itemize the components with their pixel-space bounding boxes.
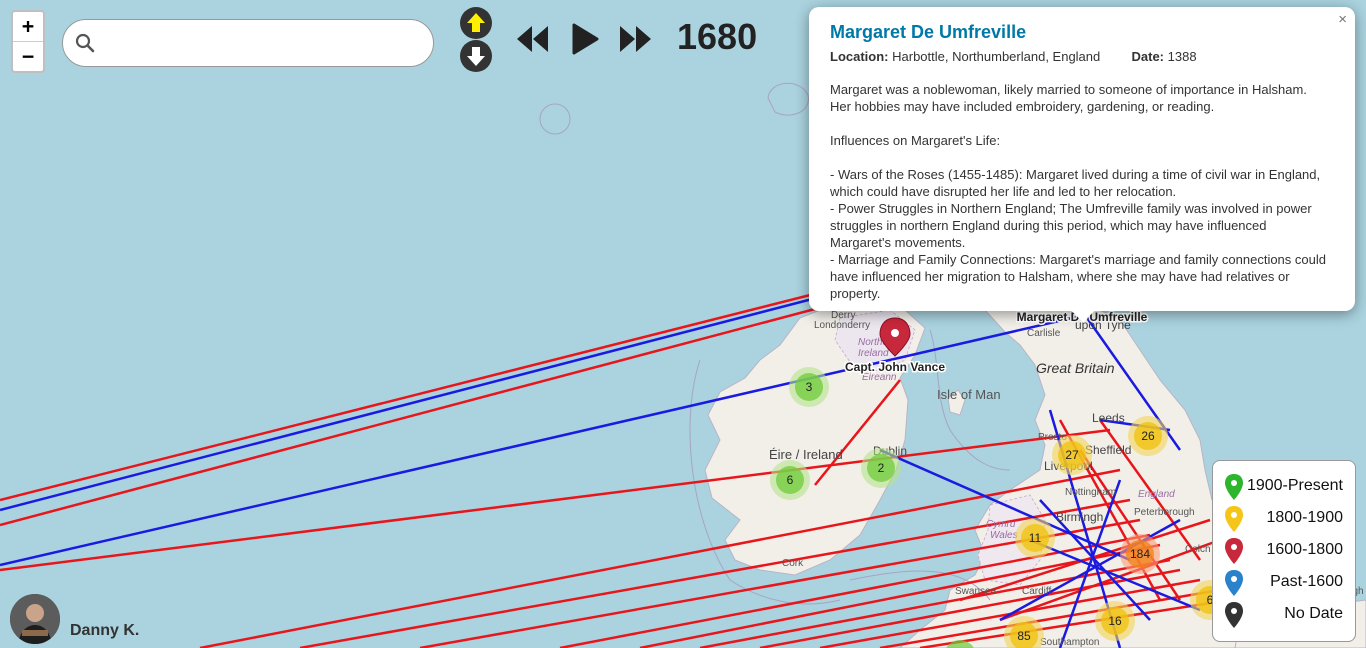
person-popup: × Margaret De Umfreville Location: Harbo… bbox=[809, 7, 1355, 323]
svg-text:2: 2 bbox=[878, 461, 885, 475]
label-birmingham: Birmingh bbox=[1056, 510, 1103, 524]
legend-label: 1900-Present bbox=[1246, 477, 1343, 494]
label-carlisle: Carlisle bbox=[1027, 328, 1061, 339]
marker-label-vance: Capt. John Vance bbox=[845, 360, 945, 374]
legend-item: No Date bbox=[1223, 600, 1353, 630]
legend-label: 1800-1900 bbox=[1266, 509, 1343, 526]
date-label: Date: bbox=[1131, 49, 1165, 64]
label-cork: Cork bbox=[782, 558, 804, 569]
popup-paragraph: - Wars of the Roses (1455-1485): Margare… bbox=[830, 167, 1321, 199]
zoom-out-button[interactable]: − bbox=[13, 41, 43, 71]
svg-text:85: 85 bbox=[1017, 629, 1031, 643]
label-leeds: Leeds bbox=[1092, 411, 1125, 425]
cluster-marker[interactable]: 3 bbox=[789, 367, 829, 407]
cluster-marker[interactable]: 11 bbox=[1015, 518, 1055, 558]
cluster-marker[interactable]: 16 bbox=[1095, 601, 1135, 641]
timeline-year: 1680 bbox=[677, 16, 758, 57]
label-peterborough: Peterborough bbox=[1134, 507, 1195, 518]
move-down-button[interactable] bbox=[460, 40, 492, 72]
fast-forward-icon[interactable] bbox=[619, 22, 653, 56]
legend-item: Past-1600 bbox=[1223, 568, 1353, 598]
popup-paragraph: - Power Struggles in Northern England; T… bbox=[830, 201, 1312, 250]
close-icon[interactable]: × bbox=[1338, 11, 1347, 28]
label-cymru: Cymru bbox=[986, 519, 1016, 530]
legend-label: No Date bbox=[1284, 605, 1343, 622]
label-swansea: Swansea bbox=[955, 586, 997, 597]
legend-label: Past-1600 bbox=[1270, 573, 1343, 590]
avatar[interactable] bbox=[10, 594, 60, 644]
cluster-marker[interactable]: 2 bbox=[861, 448, 901, 488]
search-icon bbox=[75, 33, 95, 53]
user-name: Danny K. bbox=[70, 622, 140, 639]
label-great-britain: Great Britain bbox=[1036, 360, 1115, 376]
legend-item: 1900-Present bbox=[1223, 472, 1353, 502]
label-wales: Wales bbox=[990, 530, 1018, 541]
avatar-image bbox=[10, 594, 60, 644]
date-value: 1388 bbox=[1167, 49, 1197, 64]
legend-item: 1800-1900 bbox=[1223, 504, 1353, 534]
zoom-control: + − bbox=[11, 10, 45, 73]
legend-item: 1600-1800 bbox=[1223, 536, 1353, 566]
svg-text:184: 184 bbox=[1130, 547, 1150, 561]
zoom-in-button[interactable]: + bbox=[13, 12, 43, 41]
search-box[interactable] bbox=[62, 19, 434, 67]
cluster-marker[interactable]: 184 bbox=[1120, 534, 1160, 574]
label-cardiff: Cardiff bbox=[1022, 586, 1051, 597]
rewind-icon[interactable] bbox=[515, 22, 549, 56]
label-isle-of-man: Isle of Man bbox=[937, 387, 1001, 402]
arrow-down-icon bbox=[467, 47, 485, 66]
cluster-marker[interactable]: 6 bbox=[770, 460, 810, 500]
popup-paragraph: Margaret was a noblewoman, likely marrie… bbox=[830, 82, 1307, 114]
label-colchester: Colch bbox=[1185, 544, 1211, 555]
label-londonderry: Londonderry bbox=[814, 320, 870, 331]
legend-label: 1600-1800 bbox=[1266, 541, 1343, 558]
svg-text:27: 27 bbox=[1065, 448, 1079, 462]
label-ireland-ni: Ireland bbox=[858, 348, 889, 359]
search-input[interactable] bbox=[107, 30, 411, 58]
svg-text:11: 11 bbox=[1029, 531, 1042, 545]
move-up-button[interactable] bbox=[460, 7, 492, 39]
arrow-up-icon bbox=[467, 13, 485, 32]
cluster-marker[interactable]: 26 bbox=[1128, 416, 1168, 456]
popup-title[interactable]: Margaret De Umfreville bbox=[830, 21, 1330, 43]
label-eire: Éire / Ireland bbox=[769, 447, 843, 462]
svg-text:6: 6 bbox=[787, 473, 794, 487]
label-southampton: Southampton bbox=[1040, 637, 1100, 648]
svg-text:16: 16 bbox=[1108, 614, 1122, 628]
popup-paragraph: - Marriage and Family Connections: Marga… bbox=[830, 252, 1326, 301]
cluster-marker[interactable]: 27 bbox=[1052, 435, 1092, 475]
label-england: England bbox=[1138, 489, 1175, 500]
location-label: Location: bbox=[830, 49, 889, 64]
svg-text:26: 26 bbox=[1141, 429, 1155, 443]
play-icon[interactable] bbox=[571, 22, 599, 56]
label-nottingham: Nottingham bbox=[1065, 487, 1116, 498]
popup-meta: Location: Harbottle, Northumberland, Eng… bbox=[830, 48, 1330, 65]
legend: 1900-Present 1800-1900 1600-1800 Past-16… bbox=[1212, 460, 1356, 642]
location-value: Harbottle, Northumberland, England bbox=[892, 49, 1101, 64]
popup-paragraph: Influences on Margaret's Life: bbox=[830, 133, 1001, 148]
svg-text:3: 3 bbox=[806, 380, 813, 394]
